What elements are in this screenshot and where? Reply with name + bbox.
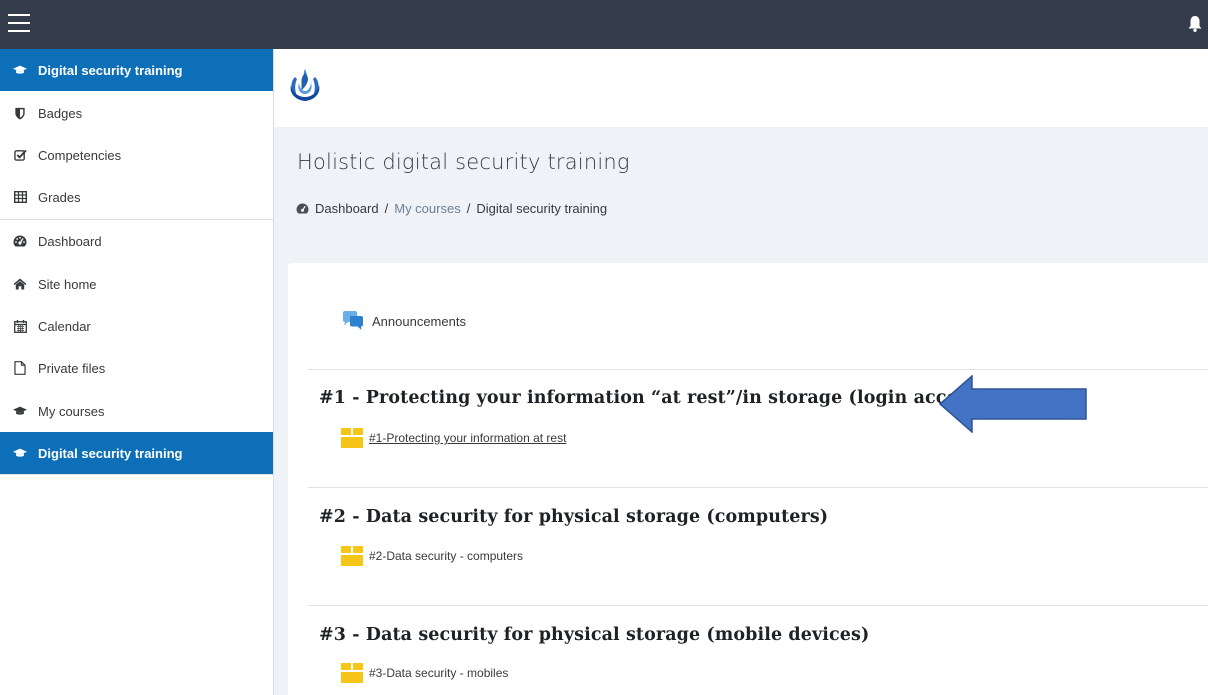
- checkbox-icon: [13, 148, 27, 162]
- package-icon: [341, 546, 363, 566]
- announcements-link[interactable]: Announcements: [341, 311, 466, 331]
- un-flame-logo-icon[interactable]: [285, 67, 325, 107]
- sidebar-item-competencies[interactable]: Competencies: [0, 134, 273, 176]
- package-icon: [341, 663, 363, 683]
- site-header: [274, 49, 1208, 127]
- activity-link-3[interactable]: #3-Data security - mobiles: [341, 663, 508, 683]
- graduation-cap-icon: [13, 404, 27, 418]
- sidebar-item-label: Private files: [38, 360, 106, 376]
- section-title-1: #1 - Protecting your information “at res…: [319, 388, 987, 408]
- section-divider: [308, 487, 1208, 488]
- hamburger-icon[interactable]: [8, 14, 30, 32]
- sidebar-item-label: Dashboard: [38, 233, 102, 249]
- dashboard-icon: [296, 203, 309, 214]
- sidebar-item-site-home[interactable]: Site home: [0, 263, 273, 305]
- activity-link-2[interactable]: #2-Data security - computers: [341, 546, 523, 566]
- activity-label: #1-Protecting your information at rest: [369, 431, 567, 445]
- announcements-label: Announcements: [372, 313, 466, 329]
- sidebar-item-private-files[interactable]: Private files: [0, 347, 273, 389]
- breadcrumb-separator: /: [466, 201, 471, 216]
- page-title: Holistic digital security training: [297, 150, 630, 174]
- sidebar-item-label: Site home: [38, 276, 97, 292]
- home-icon: [13, 277, 27, 291]
- sidebar-item-calendar[interactable]: Calendar: [0, 305, 273, 347]
- sidebar-divider: [0, 474, 273, 475]
- breadcrumb-dashboard[interactable]: Dashboard: [315, 201, 379, 216]
- annotation-arrow-icon: [938, 375, 1087, 433]
- shield-icon: [13, 106, 27, 120]
- sidebar-item-dashboard[interactable]: Dashboard: [0, 220, 273, 262]
- dashboard-icon: [13, 234, 27, 248]
- section-divider: [308, 369, 1208, 370]
- activity-label: #2-Data security - computers: [369, 549, 524, 563]
- sidebar-item-label: Badges: [38, 105, 83, 121]
- sidebar-item-label: Calendar: [38, 318, 91, 334]
- sidebar-item-course[interactable]: Digital security training: [0, 49, 273, 91]
- section-divider: [308, 605, 1208, 606]
- sidebar-item-label: Digital security training: [38, 445, 183, 461]
- sidebar-item-badges[interactable]: Badges: [0, 92, 273, 134]
- breadcrumb-current[interactable]: Digital security training: [476, 201, 607, 216]
- breadcrumb-my-courses[interactable]: My courses: [394, 201, 460, 216]
- package-icon: [341, 428, 363, 448]
- graduation-cap-icon: [13, 446, 27, 460]
- sidebar-item-my-courses[interactable]: My courses: [0, 390, 273, 432]
- graduation-cap-icon: [13, 63, 27, 77]
- calendar-icon: [13, 319, 27, 333]
- sidebar-item-label: My courses: [38, 403, 105, 419]
- sidebar-item-current-course[interactable]: Digital security training: [0, 432, 273, 474]
- sidebar: Digital security training Badges Compete…: [0, 49, 274, 695]
- section-title-2: #2 - Data security for physical storage …: [319, 507, 829, 527]
- breadcrumb-separator: /: [384, 201, 389, 216]
- section-title-3: #3 - Data security for physical storage …: [319, 625, 870, 645]
- table-icon: [13, 190, 27, 204]
- forum-icon: [343, 311, 363, 330]
- activity-label: #3-Data security - mobiles: [369, 666, 509, 680]
- breadcrumb: Dashboard / My courses / Digital securit…: [296, 201, 607, 216]
- file-icon: [13, 361, 27, 375]
- activity-link-1[interactable]: #1-Protecting your information at rest: [341, 428, 566, 448]
- top-navbar: [0, 0, 1208, 49]
- bell-icon[interactable]: [1188, 16, 1202, 32]
- sidebar-item-grades[interactable]: Grades: [0, 176, 273, 218]
- sidebar-item-label: Digital security training: [38, 62, 183, 78]
- sidebar-item-label: Grades: [38, 189, 81, 205]
- sidebar-item-label: Competencies: [38, 147, 122, 163]
